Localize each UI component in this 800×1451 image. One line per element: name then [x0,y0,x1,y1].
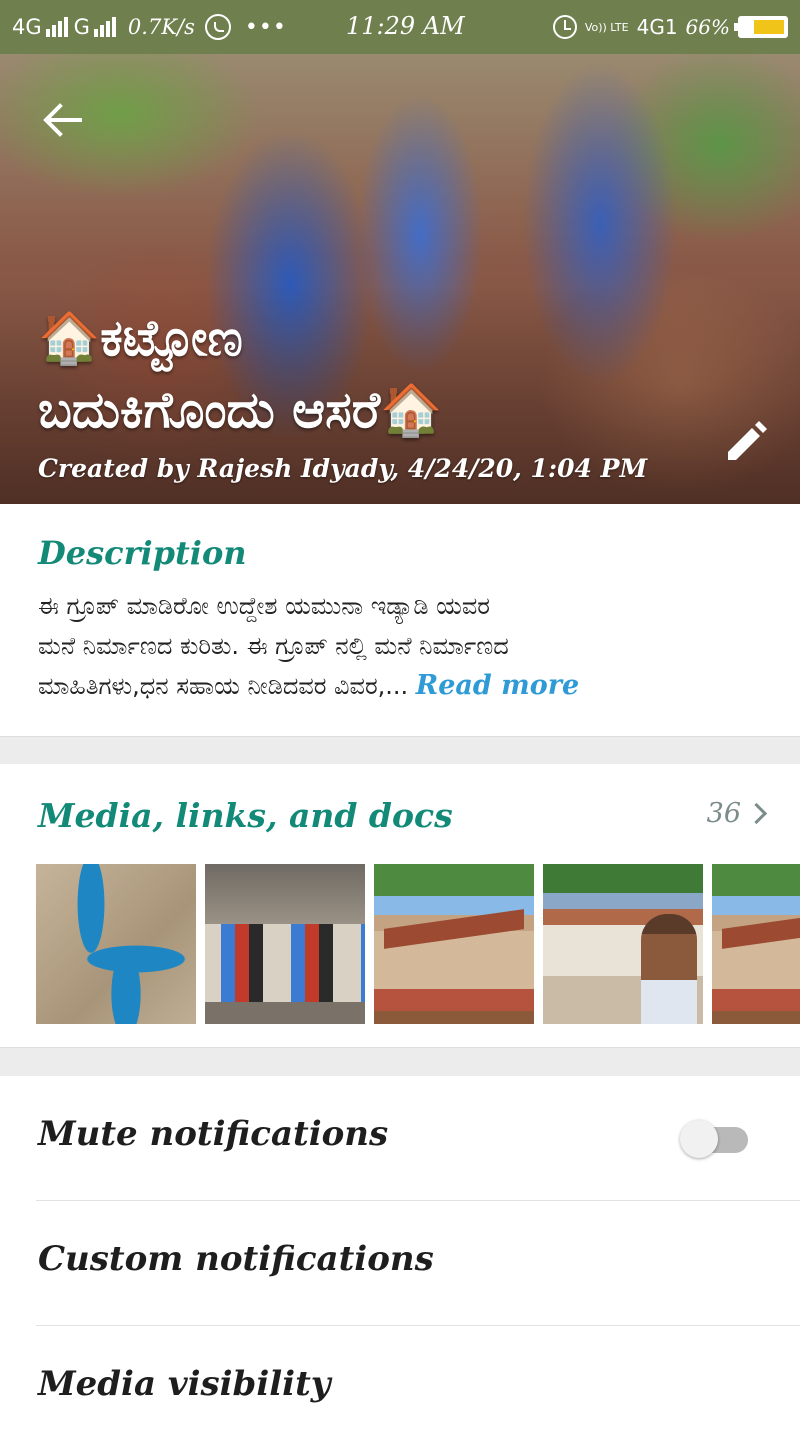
network-label-1: 4G [12,15,42,39]
mute-notifications-row[interactable]: Mute notifications [0,1076,800,1201]
settings-list: Mute notifications Custom notifications … [0,1076,800,1422]
network-indicator-2: G [74,15,116,39]
group-title: 🏠ಕಟ್ಟೋಣ ಬದುಕಿಗೊಂದು ಆಸರೆ🏠 [38,302,698,446]
more-notifications-icon: ••• [244,14,287,40]
media-count-link[interactable]: 36 [706,798,768,829]
group-title-line-1: 🏠ಕಟ್ಟೋಣ [38,309,243,367]
read-more-link[interactable]: Read more [416,670,579,701]
media-thumbnail-house-construction[interactable] [374,864,534,1024]
data-speed: 0.7K/s [127,15,195,39]
signal-bars-icon [93,17,116,37]
created-by-text: Created by Rajesh Idyady, 4/24/20, 1:04 … [38,454,648,483]
network-label-3: 4G1 [636,15,678,39]
media-visibility-row[interactable]: Media visibility [0,1326,800,1451]
section-divider [0,737,800,764]
network-label-2: G [73,15,90,39]
description-card[interactable]: Description ಈ ಗ್ರೂಪ್ ಮಾಡಿರೋ ಉದ್ದೇಶ ಯಮುನಾ… [0,504,800,737]
status-right: Vo)) LTE 4G1 66% [552,12,788,42]
media-heading[interactable]: Media, links, and docs [38,796,453,835]
signal-bars-icon [45,17,68,37]
network-indicator-1: 4G [12,15,68,39]
clock: 11:29 AM [346,12,465,40]
group-title-line-2: ಬದುಕಿಗೊಂದು ಆಸರೆ🏠 [38,381,443,439]
description-line-3: ಮಾಹಿತಿಗಳು,ಧನ ಸಹಾಯ ನೀಡಿದವರ ವಿವರ,... Read … [38,670,580,701]
custom-notifications-label: Custom notifications [38,1239,434,1279]
volte-label: Vo)) LTE [584,20,629,34]
battery-icon [734,16,788,38]
media-thumbnails [36,864,800,1024]
mute-notifications-label: Mute notifications [38,1114,389,1154]
mute-toggle[interactable] [680,1120,750,1158]
description-line-2: ಮನೆ ನಿರ್ಮಾಣದ ಕುರಿತು. ಈ ಗ್ರೂಪ್ ನಲ್ಲಿ ಮನೆ … [38,632,509,660]
media-thumbnail-house-construction-2[interactable] [712,864,800,1024]
description-text: ಈ ಗ್ರೂಪ್ ಮಾಡಿರೋ ಉದ್ದೇಶ ಯಮುನಾ ಇಡ್ಯಾಡಿ ಯವರ… [38,586,768,706]
status-bar: 4G G 0.7K/s ••• 11:29 AM Vo)) LTE 4G1 66… [0,0,800,54]
pencil-icon[interactable] [722,418,770,466]
alarm-icon [552,15,577,39]
custom-notifications-row[interactable]: Custom notifications [0,1201,800,1326]
status-left: 4G G 0.7K/s ••• [12,12,287,42]
media-section: Media, links, and docs 36 [0,764,800,1048]
description-line-1: ಈ ಗ್ರೂಪ್ ಮಾಡಿರೋ ಉದ್ದೇಶ ಯಮುನಾ ಇಡ್ಯಾಡಿ ಯವರ [38,592,490,620]
whatsapp-icon [204,14,231,40]
media-thumbnail-people[interactable] [205,864,365,1024]
group-header-image: 🏠ಕಟ್ಟೋಣ ಬದುಕಿಗೊಂದು ಆಸರೆ🏠 Created by Raje… [0,54,800,504]
description-heading: Description [38,534,247,572]
media-thumbnail-fan[interactable] [36,864,196,1024]
media-visibility-label: Media visibility [38,1364,331,1404]
chevron-right-icon [745,802,768,825]
media-count: 36 [706,798,741,829]
media-thumbnail-selfie[interactable] [543,864,703,1024]
back-arrow-icon[interactable] [40,98,84,142]
battery-percent: 66% [685,15,730,39]
toggle-knob [680,1120,718,1158]
section-divider [0,1048,800,1076]
